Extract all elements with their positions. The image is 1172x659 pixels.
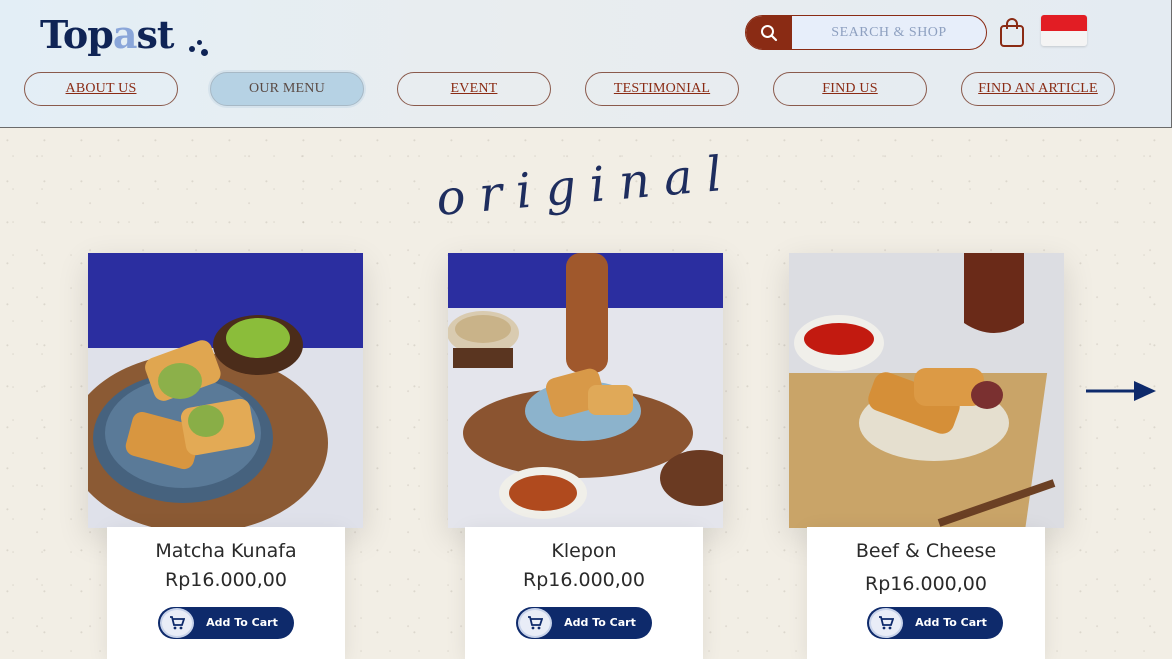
logo-text-st: st — [136, 12, 174, 57]
nav-label: EVENT — [450, 81, 498, 96]
product-card-beef-cheese: Beef & Cheese Rp16.000,00 Add To Cart — [807, 527, 1045, 659]
shopping-bag-icon[interactable] — [998, 17, 1026, 49]
nav-label: TESTIMONIAL — [613, 81, 711, 96]
logo[interactable]: Topast — [40, 12, 174, 57]
add-to-cart-label: Add To Cart — [915, 616, 987, 629]
product-card-klepon: Klepon Rp16.000,00 Add To Cart — [465, 527, 703, 659]
product-image-beef-cheese[interactable] — [789, 253, 1064, 528]
search-input[interactable] — [792, 16, 986, 49]
nav-find-an-article[interactable]: FIND AN ARTICLE — [961, 72, 1115, 106]
nav-label: ABOUT US — [65, 81, 137, 96]
nav-find-us[interactable]: FIND US — [773, 72, 927, 106]
arrow-right-icon[interactable] — [1086, 378, 1158, 404]
logo-text-top: Top — [40, 12, 114, 57]
add-to-cart-button[interactable]: Add To Cart — [516, 607, 652, 639]
product-image-klepon[interactable] — [448, 253, 723, 528]
product-image-matcha-kunafa[interactable] — [88, 253, 363, 528]
nav-about-us[interactable]: ABOUT US — [24, 72, 178, 106]
search-icon — [761, 24, 778, 41]
cart-icon — [518, 608, 552, 638]
nav-label: FIND US — [822, 81, 878, 96]
search-bar — [745, 15, 987, 50]
cart-icon — [869, 608, 903, 638]
nav-our-menu[interactable]: OUR MENU — [210, 72, 364, 106]
logo-dots-icon — [187, 38, 211, 58]
add-to-cart-label: Add To Cart — [564, 616, 636, 629]
product-name: Matcha Kunafa — [155, 540, 297, 562]
product-price: Rp16.000,00 — [865, 573, 987, 595]
indonesia-flag-icon[interactable] — [1041, 15, 1087, 46]
product-price: Rp16.000,00 — [523, 569, 645, 591]
nav-label: FIND AN ARTICLE — [978, 81, 1098, 96]
product-price: Rp16.000,00 — [165, 569, 287, 591]
site-header: Topast ABOUT US OUR MENU EVENT TESTIMONI… — [0, 0, 1172, 128]
product-name: Klepon — [551, 540, 617, 562]
product-name: Beef & Cheese — [855, 540, 997, 562]
cart-icon — [160, 608, 194, 638]
product-card-matcha-kunafa: Matcha Kunafa Rp16.000,00 Add To Cart — [107, 527, 345, 659]
add-to-cart-button[interactable]: Add To Cart — [867, 607, 1003, 639]
add-to-cart-label: Add To Cart — [206, 616, 278, 629]
search-button[interactable] — [746, 16, 792, 49]
add-to-cart-button[interactable]: Add To Cart — [158, 607, 294, 639]
nav-label: OUR MENU — [249, 81, 325, 96]
logo-text-a: a — [112, 12, 138, 57]
nav-testimonial[interactable]: TESTIMONIAL — [585, 72, 739, 106]
nav-event[interactable]: EVENT — [397, 72, 551, 106]
